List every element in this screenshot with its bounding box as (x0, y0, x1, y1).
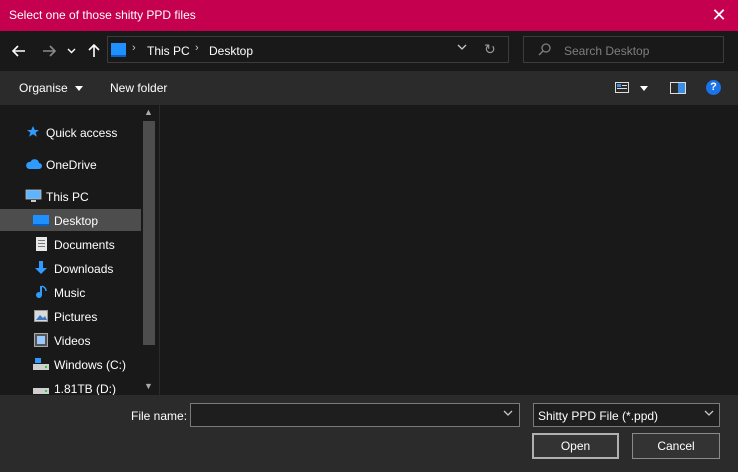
sidebar-item-label: Quick access (46, 126, 118, 140)
file-list[interactable] (160, 105, 738, 395)
content-area: Quick access OneDrive This PC Desktop Do… (0, 105, 738, 396)
sidebar-item-label: Windows (C:) (54, 358, 127, 372)
sidebar-item-onedrive[interactable]: OneDrive (0, 153, 141, 175)
search-placeholder: Search Desktop (564, 44, 650, 58)
recent-locations-button[interactable] (63, 41, 79, 61)
drive-icon (33, 388, 49, 394)
search-box[interactable]: Search Desktop (523, 36, 724, 63)
address-bar[interactable]: › This PC › Desktop ↻ (107, 36, 509, 63)
chevron-down-icon[interactable] (457, 44, 467, 51)
cancel-button[interactable]: Cancel (632, 433, 720, 459)
navigation-bar: › This PC › Desktop ↻ Search Desktop (0, 31, 738, 71)
sidebar-item-downloads[interactable]: Downloads (0, 257, 141, 279)
open-button[interactable]: Open (532, 433, 619, 459)
sidebar-item-label: Pictures (54, 310, 98, 324)
navigation-scrollbar[interactable]: ▲ ▼ (141, 105, 157, 395)
breadcrumb-this-pc[interactable]: This PC (147, 44, 190, 58)
navigation-pane: Quick access OneDrive This PC Desktop Do… (0, 105, 141, 396)
sidebar-item-this-pc[interactable]: This PC (0, 185, 141, 207)
cloud-icon (26, 159, 42, 169)
breadcrumb-separator: › (195, 42, 199, 54)
chevron-down-icon[interactable] (503, 410, 513, 417)
forward-arrow-icon (43, 45, 56, 57)
organise-label: Organise (19, 81, 68, 95)
chevron-down-icon (704, 410, 714, 416)
sidebar-item-videos[interactable]: Videos (0, 329, 141, 351)
sidebar-item-label: Desktop (54, 214, 99, 228)
sidebar-item-label: Downloads (54, 262, 114, 276)
sidebar-item-label: Videos (54, 334, 91, 348)
organise-menu[interactable]: Organise (19, 81, 84, 95)
breadcrumb-desktop[interactable]: Desktop (209, 44, 253, 58)
sidebar-item-pictures[interactable]: Pictures (0, 305, 141, 327)
videos-icon (34, 333, 48, 347)
star-icon (27, 126, 39, 137)
back-arrow-icon (12, 45, 25, 57)
command-bar: Organise New folder ? (0, 71, 738, 105)
up-arrow-icon (88, 44, 100, 57)
file-type-select[interactable]: Shitty PPD File (*.ppd) (533, 403, 720, 427)
sidebar-item-label: Music (54, 286, 86, 300)
scrollbar-thumb[interactable] (143, 121, 155, 345)
close-button[interactable]: ✕ (708, 4, 730, 26)
this-pc-icon (111, 43, 126, 57)
download-icon (35, 261, 47, 274)
file-selection-panel: File name: Shitty PPD File (*.ppd) Open … (0, 395, 738, 472)
breadcrumb-separator: › (132, 42, 136, 54)
new-folder-button[interactable]: New folder (110, 81, 167, 95)
search-icon (538, 43, 551, 56)
document-icon (36, 237, 47, 251)
preview-pane-icon (670, 82, 686, 94)
preview-pane-button[interactable] (670, 81, 686, 95)
file-name-input[interactable] (190, 403, 520, 427)
refresh-icon[interactable]: ↻ (484, 41, 496, 58)
file-name-label: File name: (131, 409, 188, 423)
sidebar-item-music[interactable]: Music (0, 281, 141, 303)
forward-button[interactable] (39, 41, 59, 61)
window-title: Select one of those shitty PPD files (9, 8, 196, 22)
back-button[interactable] (9, 41, 29, 61)
drive-icon (33, 358, 49, 370)
up-button[interactable] (84, 41, 104, 61)
scroll-down-arrow-icon[interactable]: ▼ (144, 381, 153, 391)
sidebar-item-label: This PC (46, 190, 89, 204)
help-icon[interactable]: ? (706, 80, 721, 95)
sidebar-item-documents[interactable]: Documents (0, 233, 141, 255)
file-type-value: Shitty PPD File (*.ppd) (538, 409, 659, 423)
pictures-icon (34, 310, 48, 322)
caret-down-icon (640, 86, 648, 91)
change-view-button[interactable] (615, 81, 649, 95)
sidebar-item-label: Documents (54, 238, 115, 252)
sidebar-item-quick-access[interactable]: Quick access (0, 121, 141, 143)
sidebar-item-windows-c[interactable]: Windows (C:) (0, 353, 141, 375)
sidebar-item-desktop[interactable]: Desktop (0, 209, 141, 231)
scroll-up-arrow-icon[interactable]: ▲ (144, 107, 153, 117)
title-bar: Select one of those shitty PPD files ✕ (0, 0, 738, 31)
caret-down-icon (75, 86, 84, 92)
sidebar-item-label: OneDrive (46, 158, 97, 172)
music-icon (36, 285, 47, 299)
sidebar-item-label: 1.81TB (D:) (54, 382, 117, 396)
chevron-down-icon (67, 48, 75, 54)
view-icon (615, 82, 629, 93)
desktop-icon (33, 215, 49, 226)
computer-icon (25, 189, 42, 202)
